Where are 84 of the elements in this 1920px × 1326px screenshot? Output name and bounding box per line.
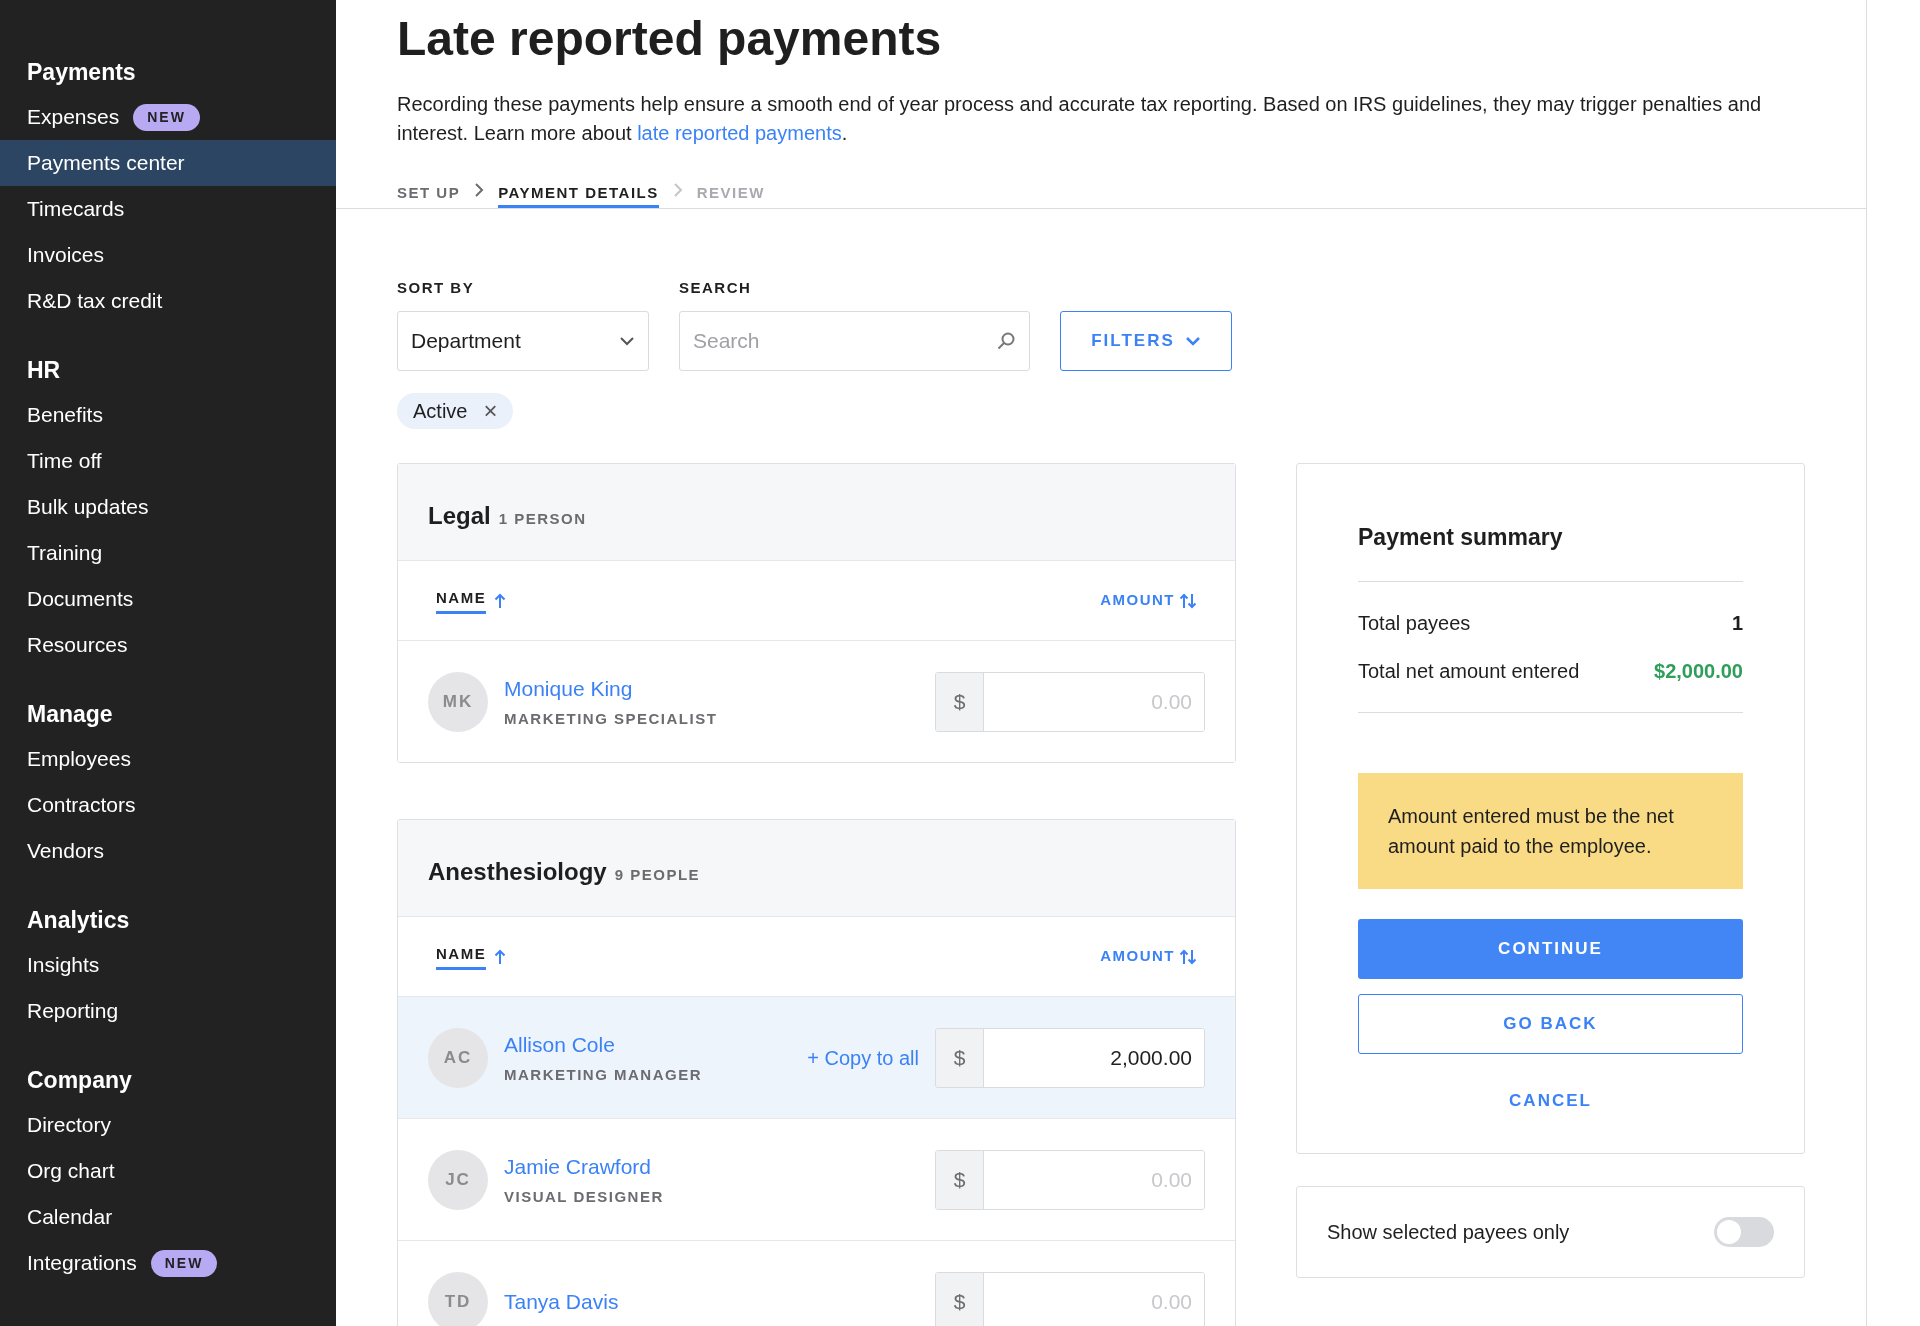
page-title: Late reported payments	[397, 11, 943, 67]
department-name: Anesthesiology	[428, 857, 607, 888]
summary-label: Total net amount entered	[1358, 658, 1580, 684]
new-badge: NEW	[150, 1249, 218, 1277]
toggle-label: Show selected payees only	[1327, 1220, 1570, 1246]
filters-button[interactable]: FILTERS	[1060, 311, 1232, 372]
chevron-right-icon	[474, 181, 485, 198]
sidebar-item[interactable]: Training	[0, 530, 336, 576]
sort-icon	[1179, 591, 1197, 610]
job-title: MARKETING MANAGER	[504, 1065, 702, 1086]
sidebar-item[interactable]: Vendors	[0, 828, 336, 874]
sidebar-item[interactable]: Insights	[0, 942, 336, 988]
chevron-right-icon	[672, 181, 683, 198]
payee-name-link[interactable]: Monique King	[504, 672, 718, 705]
people-count: 1 PERSON	[498, 509, 587, 530]
search-input[interactable]: Search	[693, 325, 996, 357]
amount-column-header[interactable]: AMOUNT	[1100, 589, 1197, 612]
search-label: SEARCH	[679, 277, 753, 298]
amount-input[interactable]: 2,000.00	[984, 1028, 1204, 1087]
notice-banner: Amount entered must be the net amount paid to the employee.	[1358, 772, 1743, 889]
sidebar-item[interactable]: Payments center	[0, 140, 336, 186]
people-count: 9 PEOPLE	[614, 865, 701, 886]
sidebar-item[interactable]: Contractors	[0, 782, 336, 828]
avatar: AC	[428, 1027, 488, 1088]
sidebar-section-title: Analytics	[26, 905, 131, 935]
avatar: TD	[428, 1271, 488, 1326]
currency-prefix: $	[936, 1150, 984, 1209]
sidebar-item[interactable]: Calendar	[0, 1194, 336, 1240]
sidebar-section-title: Company	[26, 1065, 133, 1095]
continue-button[interactable]: CONTINUE	[1358, 918, 1743, 979]
avatar: MK	[428, 671, 488, 732]
payee-name-link[interactable]: Tanya Davis	[504, 1285, 619, 1318]
chevron-down-icon	[619, 336, 635, 347]
search-field[interactable]: Search	[679, 311, 1030, 372]
currency-prefix: $	[936, 1028, 984, 1087]
sidebar-item[interactable]: Invoices	[0, 232, 336, 278]
sidebar-item[interactable]: Resources	[0, 622, 336, 668]
sort-by-label: SORT BY	[397, 277, 476, 298]
avatar: JC	[428, 1149, 488, 1210]
sidebar-item[interactable]: Org chart	[0, 1148, 336, 1194]
currency-prefix: $	[936, 672, 984, 731]
sidebar-item[interactable]: Expenses NEW	[0, 94, 336, 140]
sidebar-item[interactable]: Reporting	[0, 988, 336, 1034]
sidebar-section-title: HR	[26, 355, 62, 385]
summary-value: 1	[1731, 610, 1743, 636]
sidebar-item[interactable]: Time off	[0, 438, 336, 484]
sidebar-item[interactable]: Employees	[0, 736, 336, 782]
currency-prefix: $	[936, 1272, 984, 1326]
sidebar-section-title: Manage	[26, 699, 114, 729]
payee-name-link[interactable]: Jamie Crawford	[504, 1150, 664, 1183]
cancel-button[interactable]: CANCEL	[1509, 1087, 1592, 1114]
department-name: Legal	[428, 501, 491, 532]
go-back-button[interactable]: GO BACK	[1358, 993, 1743, 1054]
sidebar-item[interactable]: Directory	[0, 1102, 336, 1148]
arrow-up-icon	[494, 948, 507, 965]
arrow-up-icon	[494, 592, 507, 609]
sidebar-section-title: Payments	[26, 57, 137, 87]
search-icon	[996, 331, 1016, 352]
summary-label: Total payees	[1358, 610, 1471, 636]
amount-column-header[interactable]: AMOUNT	[1100, 945, 1197, 968]
sort-icon	[1179, 947, 1197, 966]
sidebar-item[interactable]: Documents	[0, 576, 336, 622]
toggle-switch[interactable]	[1714, 1217, 1774, 1248]
chevron-down-icon	[1184, 336, 1201, 347]
step-tab[interactable]: PAYMENT DETAILS	[498, 181, 659, 208]
amount-field[interactable]: $ 2,000.00	[935, 1027, 1205, 1088]
sidebar-item[interactable]: R&D tax credit	[0, 278, 336, 324]
name-column-header[interactable]: NAME	[436, 586, 507, 615]
name-column-header[interactable]: NAME	[436, 942, 507, 971]
sidebar-item[interactable]: Timecards	[0, 186, 336, 232]
step-tab[interactable]: SET UP	[397, 181, 461, 208]
summary-value: $2,000.00	[1654, 658, 1743, 684]
page-description: Recording these payments help ensure a smooth end of year process and accurate tax reporting. Based on IRS guidelines, they may trigger penalties and interest. Learn more about late reported payments.	[397, 91, 1763, 146]
remove-chip-button[interactable]: ×	[483, 399, 498, 424]
sort-dropdown[interactable]: Department	[397, 311, 649, 372]
new-badge: NEW	[133, 103, 200, 131]
sidebar-item[interactable]: Bulk updates	[0, 484, 336, 530]
sidebar-item[interactable]: Benefits	[0, 392, 336, 438]
summary-title: Payment summary	[1358, 520, 1743, 582]
chip-label: Active	[413, 399, 468, 425]
learn-more-link[interactable]: late reported payments	[637, 121, 842, 144]
job-title: MARKETING SPECIALIST	[504, 709, 718, 730]
sidebar-item[interactable]: Integrations NEW	[0, 1240, 336, 1286]
job-title: VISUAL DESIGNER	[504, 1187, 664, 1208]
